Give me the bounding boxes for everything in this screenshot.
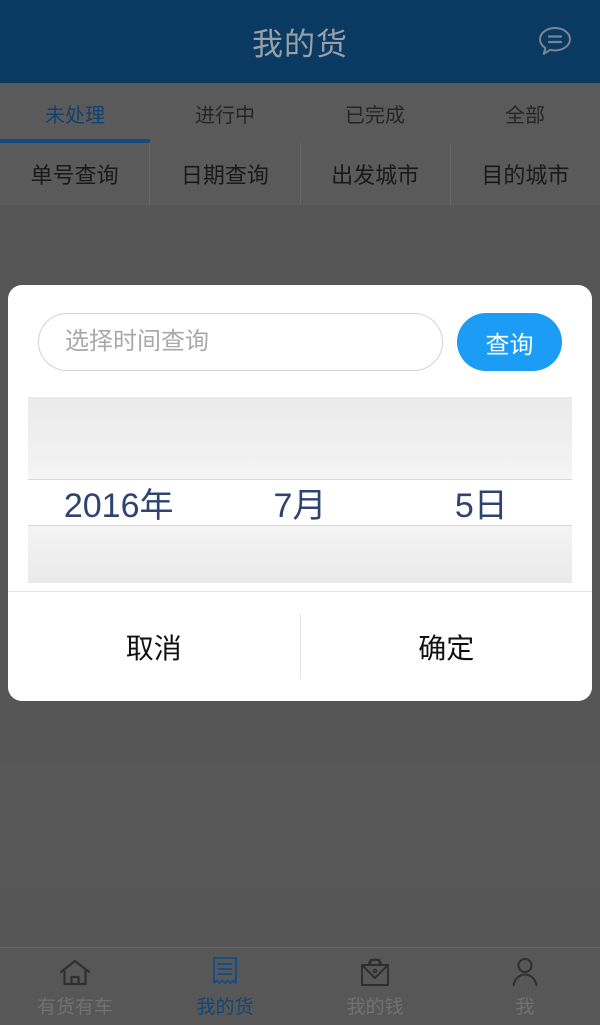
- search-button[interactable]: 查询: [457, 313, 562, 371]
- picker-item[interactable]: 9月: [209, 575, 390, 583]
- picker-item[interactable]: 2015年: [28, 431, 209, 478]
- picker-item[interactable]: 3日: [391, 397, 572, 430]
- picker-column-year[interactable]: 2014年 2015年 2016年 2017年 2018年: [28, 397, 209, 583]
- picker-item-selected[interactable]: 7月: [209, 479, 390, 526]
- date-picker-wheel[interactable]: 2014年 2015年 2016年 2017年 2018年 5月 6月 7月 8…: [28, 397, 572, 583]
- date-picker-dialog: 查询 2014年 2015年 2016年 2017年 2018年 5月 6月 7…: [8, 285, 592, 701]
- picker-column-month[interactable]: 5月 6月 7月 8月 9月: [209, 397, 390, 583]
- picker-item[interactable]: 6日: [391, 527, 572, 574]
- picker-item[interactable]: 2017年: [28, 527, 209, 574]
- search-input[interactable]: [38, 313, 443, 371]
- picker-item[interactable]: 8月: [209, 527, 390, 574]
- picker-item[interactable]: 4日: [391, 431, 572, 478]
- picker-item[interactable]: 6月: [209, 431, 390, 478]
- dialog-action-row: 取消 确定: [8, 591, 592, 701]
- picker-item[interactable]: 5月: [209, 397, 390, 430]
- picker-item-selected[interactable]: 2016年: [28, 479, 209, 526]
- cancel-button[interactable]: 取消: [8, 592, 300, 701]
- picker-column-day[interactable]: 3日 4日 5日 6日 7日: [391, 397, 572, 583]
- picker-item[interactable]: 2018年: [28, 575, 209, 583]
- picker-item[interactable]: 2014年: [28, 397, 209, 430]
- dialog-search-row: 查询: [8, 285, 592, 397]
- picker-item-selected[interactable]: 5日: [391, 479, 572, 526]
- picker-item[interactable]: 7日: [391, 575, 572, 583]
- confirm-button[interactable]: 确定: [300, 592, 592, 701]
